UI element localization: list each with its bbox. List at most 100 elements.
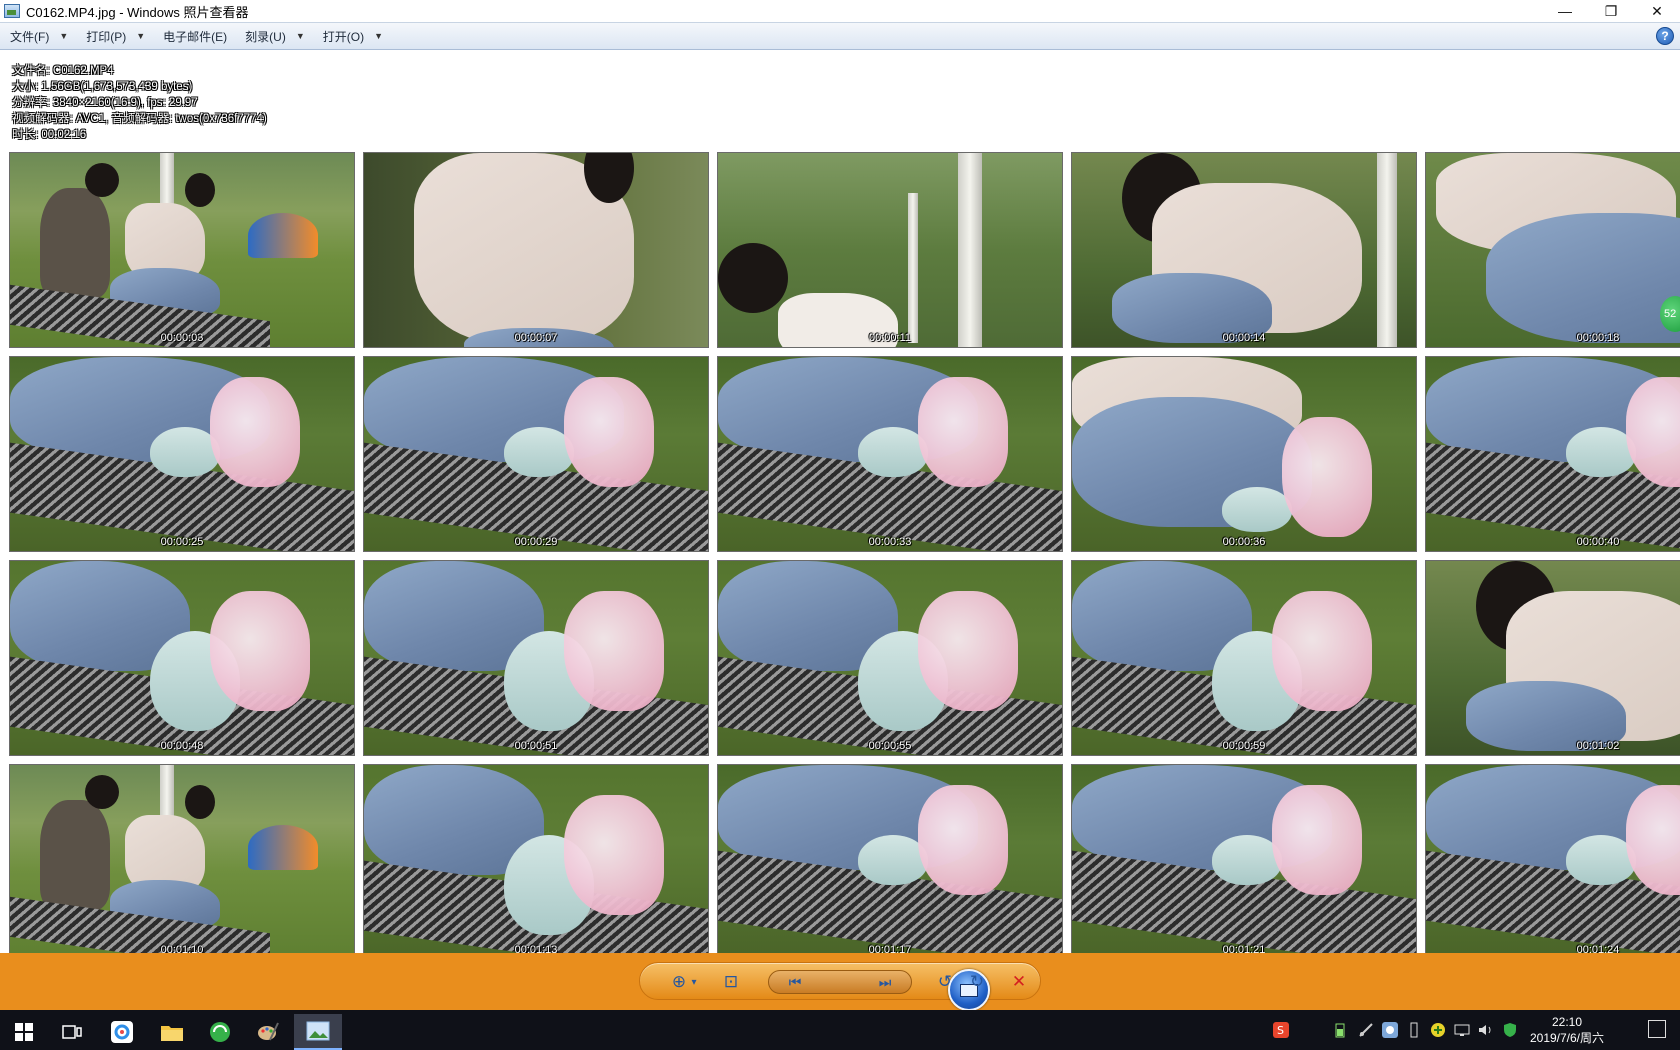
network-tray-icon[interactable] — [1358, 1022, 1374, 1038]
delete-icon[interactable]: ✕ — [1008, 972, 1030, 992]
thumbnail-timestamp: 00:00:33 — [868, 536, 912, 548]
actual-size-icon[interactable]: ⊡ — [720, 972, 742, 992]
task-view-icon — [62, 1025, 82, 1039]
previous-icon[interactable]: ⏮ — [783, 972, 807, 992]
thumbnail-frame: 00:00:59 — [1071, 560, 1417, 756]
taskbar-app-browser[interactable] — [98, 1014, 146, 1050]
thumbnail-frame: 00:00:18 — [1425, 152, 1680, 348]
menu-open[interactable]: 打开(O) ▼ — [313, 24, 391, 48]
thumbnail-image-shape — [1282, 417, 1372, 537]
taskbar-app-paint[interactable] — [244, 1014, 292, 1050]
plus-tray-icon[interactable] — [1430, 1022, 1446, 1038]
info-codec: 视频解码器: AVC1, 音频解码器: twos(0x736f7774) — [12, 113, 267, 125]
viewer-toolbar: ⊕ ▾ ⊡ ⏮ ⏭ ↺ ↻ ✕ — [0, 953, 1680, 1010]
menu-file-label: 文件(F) — [10, 29, 50, 44]
dropdown-arrow-icon: ▼ — [374, 31, 384, 41]
menu-file[interactable]: 文件(F) ▼ — [0, 24, 76, 48]
thumbnail-image-shape — [210, 591, 310, 711]
thumbnail-image-shape — [908, 193, 918, 343]
browser-app-icon — [111, 1021, 133, 1043]
thumbnail-frame: 00:01:21 — [1071, 764, 1417, 960]
thumbnail-timestamp: 00:00:18 — [1576, 332, 1620, 344]
close-button[interactable]: ✕ — [1634, 0, 1680, 22]
thumbnail-timestamp: 00:00:25 — [160, 536, 204, 548]
windows-taskbar: S 22:10 2019/7/6/周六 — [0, 1010, 1680, 1050]
dropdown-arrow-icon: ▼ — [295, 31, 305, 41]
menu-burn[interactable]: 刻录(U) ▼ — [235, 24, 313, 48]
thumbnail-image-shape — [248, 825, 318, 870]
security-tray-icon[interactable] — [1502, 1022, 1518, 1038]
rotate-right-icon[interactable]: ↻ — [966, 972, 988, 992]
usb-tray-icon[interactable] — [1406, 1022, 1422, 1038]
thumbnail-image-shape — [85, 163, 119, 197]
thumbnail-frame: 00:00:29 — [363, 356, 709, 552]
thumbnail-image-shape — [1486, 213, 1680, 343]
menu-open-label: 打开(O) — [322, 29, 365, 44]
app-tray-icon[interactable] — [1382, 1022, 1398, 1038]
thumbnail-timestamp: 00:00:55 — [868, 740, 912, 752]
video-info-block: 文件名: C0162.MP4 大小: 1.56GB(1,673,573,439 … — [12, 63, 267, 143]
navigation-group: ⏮ ⏭ — [768, 969, 990, 1010]
minimize-button[interactable]: — — [1542, 0, 1588, 22]
taskbar-app-green[interactable] — [196, 1014, 244, 1050]
clock-date: 2019/7/6/周六 — [1529, 1031, 1605, 1045]
ethernet-tray-icon[interactable] — [1454, 1022, 1470, 1038]
menu-burn-label: 刻录(U) — [245, 29, 286, 44]
thumbnail-image-shape — [1222, 487, 1292, 532]
thumbnail-timestamp: 00:00:14 — [1222, 332, 1266, 344]
thumbnail-frame: 00:00:25 — [9, 356, 355, 552]
thumbnail-image-shape — [1272, 591, 1372, 711]
sogou-tray-icon[interactable]: S — [1272, 1022, 1290, 1038]
help-icon[interactable]: ? — [1656, 27, 1674, 45]
thumbnail-frame: 00:00:36 — [1071, 356, 1417, 552]
thumbnail-frame: 00:01:17 — [717, 764, 1063, 960]
thumbnail-frame: 00:00:11 — [717, 152, 1063, 348]
taskbar-app-explorer[interactable] — [148, 1014, 196, 1050]
menu-email[interactable]: 电子邮件(E) — [153, 24, 235, 48]
volume-tray-icon[interactable] — [1478, 1022, 1494, 1038]
dropdown-arrow-icon: ▼ — [136, 31, 146, 41]
info-size: 大小: 1.56GB(1,673,573,439 bytes) — [12, 81, 193, 93]
thumbnail-timestamp: 00:01:02 — [1576, 740, 1620, 752]
next-icon[interactable]: ⏭ — [873, 972, 897, 992]
zoom-dropdown-icon[interactable]: ▾ — [689, 972, 699, 992]
info-filename: 文件名: C0162.MP4 — [12, 65, 114, 77]
start-button[interactable] — [0, 1014, 48, 1050]
thumbnail-image-shape — [85, 775, 119, 809]
menu-print[interactable]: 打印(P) ▼ — [76, 24, 153, 48]
thumbnail-image-shape — [564, 377, 654, 487]
thumbnail-frame: 00:00:14 — [1071, 152, 1417, 348]
rotate-left-icon[interactable]: ↺ — [934, 972, 956, 992]
thumbnail-timestamp: 00:00:59 — [1222, 740, 1266, 752]
task-view-button[interactable] — [48, 1014, 96, 1050]
thumbnail-frame: 00:00:48 — [9, 560, 355, 756]
photo-viewer-app-icon — [4, 4, 20, 18]
svg-text:S: S — [1277, 1024, 1284, 1037]
title-bar: C0162.MP4.jpg - Windows 照片查看器 — ❐ ✕ — [0, 0, 1680, 22]
thumbnail-frame: 00:01:10 — [9, 764, 355, 960]
thumbnail-image-shape — [564, 795, 664, 915]
thumbnail-image-shape — [185, 173, 215, 207]
thumbnail-timestamp: 00:00:51 — [514, 740, 558, 752]
thumbnail-image-shape — [918, 591, 1018, 711]
command-bar: 文件(F) ▼ 打印(P) ▼ 电子邮件(E) 刻录(U) ▼ 打开(O) ▼ ? — [0, 22, 1680, 50]
thumbnail-timestamp: 00:00:03 — [160, 332, 204, 344]
thumbnail-image-shape — [918, 785, 1008, 895]
action-center-icon[interactable] — [1648, 1020, 1666, 1038]
thumbnail-image-shape — [918, 377, 1008, 487]
thumbnail-frame: 00:00:03 — [9, 152, 355, 348]
taskbar-app-photo-viewer[interactable] — [294, 1014, 342, 1050]
thumbnail-image-shape — [958, 153, 982, 347]
info-resolution: 分辨率: 3840×2160(16:9), fps: 29.97 — [12, 97, 198, 109]
restore-button[interactable]: ❐ — [1588, 0, 1634, 22]
thumbnail-frame: 00:01:02 — [1425, 560, 1680, 756]
thumbnail-frame: 00:00:40 — [1425, 356, 1680, 552]
thumbnail-timestamp: 00:00:11 — [868, 332, 911, 344]
thumbnail-frame: 00:00:33 — [717, 356, 1063, 552]
thumbnail-timestamp: 00:00:36 — [1222, 536, 1266, 548]
taskbar-clock[interactable]: 22:10 2019/7/6/周六 — [1522, 1014, 1612, 1046]
info-duration: 时长: 00:02:16 — [12, 129, 87, 141]
battery-tray-icon[interactable] — [1332, 1022, 1348, 1038]
thumbnail-image-shape — [40, 188, 110, 298]
photo-viewer-window: C0162.MP4.jpg - Windows 照片查看器 — ❐ ✕ 文件(F… — [0, 0, 1680, 1010]
